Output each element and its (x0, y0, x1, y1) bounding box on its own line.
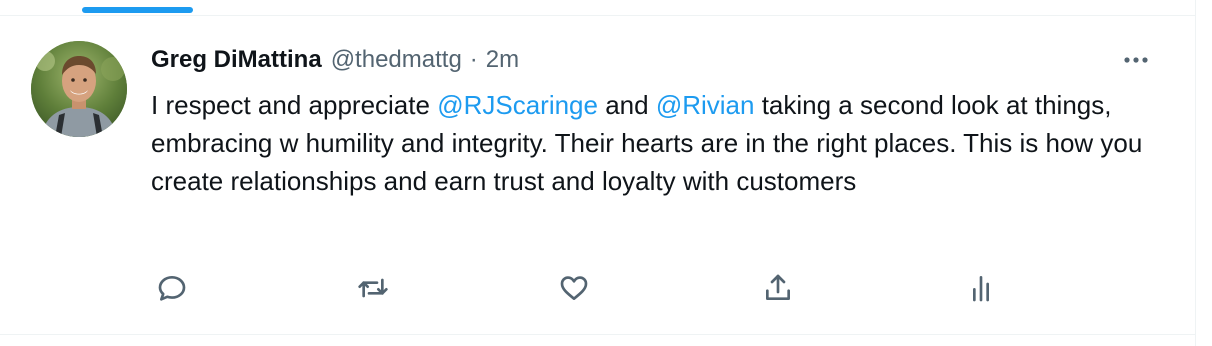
tweet-text: I respect and appreciate @RJScaringe and… (151, 86, 1171, 200)
analytics-icon (973, 276, 989, 302)
retweet-button[interactable] (355, 270, 391, 306)
separator-dot: · (469, 46, 478, 73)
display-name[interactable]: Greg DiMattina (151, 44, 322, 76)
timestamp[interactable]: 2m (486, 44, 519, 76)
tweet-card[interactable]: Greg DiMattina @thedmattg · 2m I respect… (0, 0, 1196, 346)
tweet-text-part: and (597, 90, 656, 120)
tweet-header: Greg DiMattina @thedmattg · 2m (151, 44, 519, 76)
like-button[interactable] (556, 270, 592, 306)
analytics-button[interactable] (963, 270, 999, 306)
user-handle[interactable]: @thedmattg (331, 44, 462, 76)
top-divider (0, 15, 1196, 16)
active-tab-indicator (82, 7, 193, 13)
more-icon (1124, 57, 1148, 63)
share-button[interactable] (760, 270, 796, 306)
reply-button[interactable] (154, 270, 190, 306)
tweet-actions (0, 270, 1196, 306)
bottom-divider (0, 334, 1196, 335)
avatar-photo (31, 41, 127, 137)
more-options-button[interactable] (1120, 44, 1152, 76)
reply-icon (158, 276, 186, 301)
tweet-text-part: I respect and appreciate (151, 90, 438, 120)
share-icon (766, 274, 790, 300)
heart-icon (560, 276, 588, 300)
retweet-icon (358, 278, 388, 298)
mention-link[interactable]: @Rivian (656, 90, 755, 120)
avatar[interactable] (31, 41, 127, 137)
mention-link[interactable]: @RJScaringe (437, 90, 598, 120)
